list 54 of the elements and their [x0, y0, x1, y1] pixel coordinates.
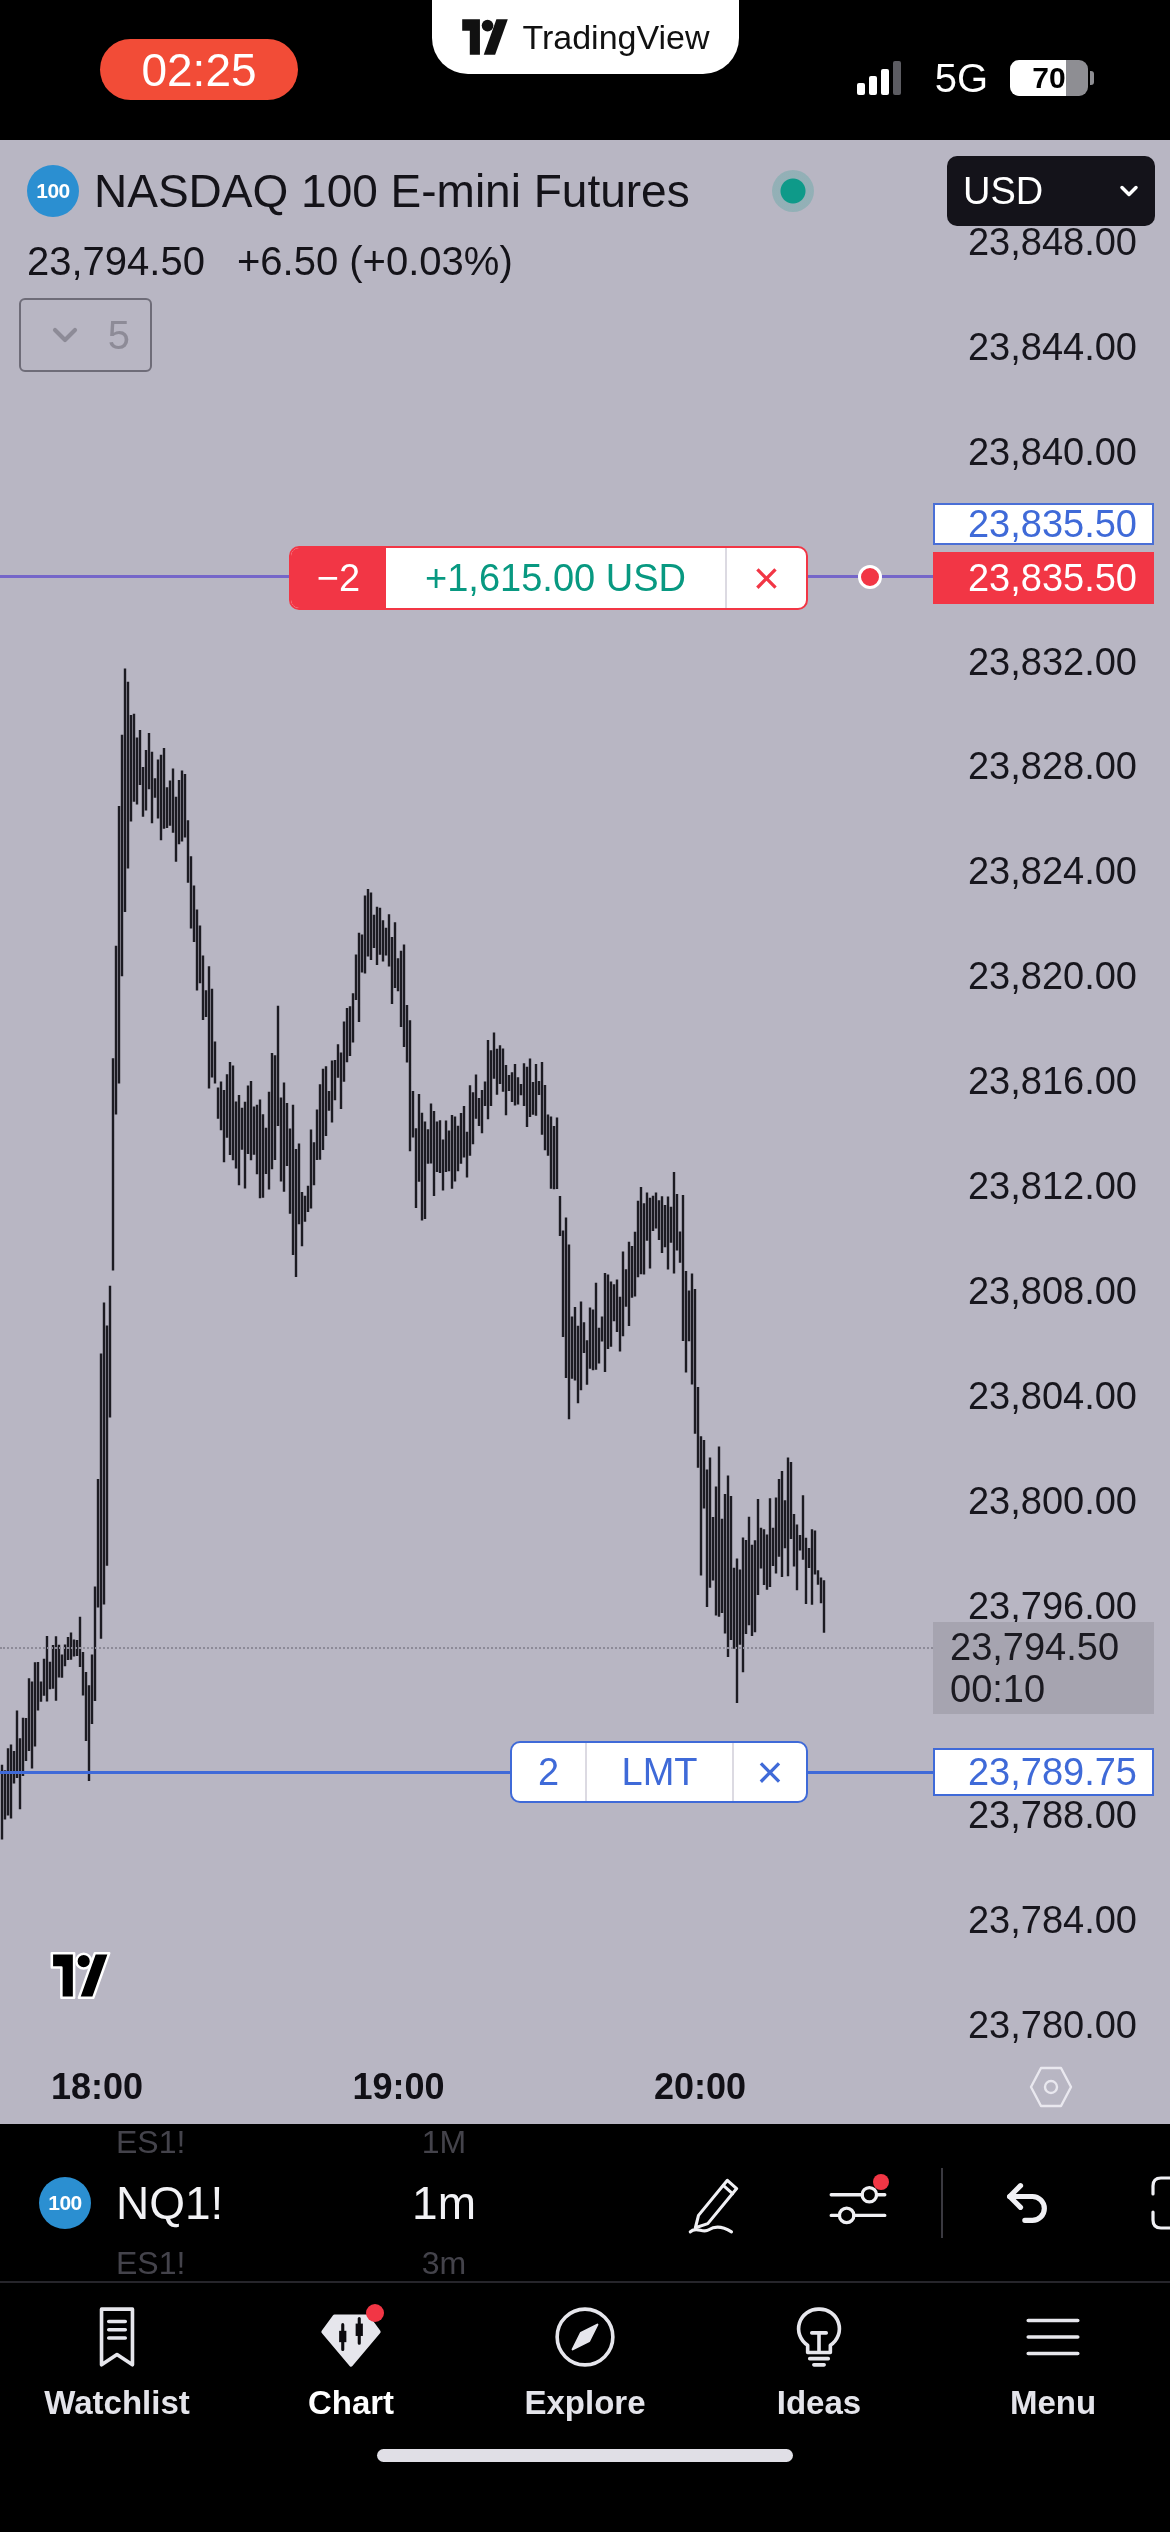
time-axis-label: 18:00 — [49, 2066, 145, 2108]
currency-select[interactable]: USD — [947, 156, 1155, 226]
price-axis-label: 23,812.00 — [967, 1166, 1137, 1206]
price-axis-label: 23,808.00 — [967, 1270, 1137, 1311]
tab[interactable]: Menu — [936, 2283, 1170, 2422]
interval-label[interactable]: 1m — [412, 2175, 476, 2230]
interval-option: 1M — [421, 2124, 467, 2160]
price-axis-label: 23,796.00 — [967, 1585, 1137, 1626]
position-quantity[interactable]: −2 — [291, 548, 386, 608]
symbol-option: ES1! — [116, 2245, 336, 2281]
battery-indicator: 70 — [1010, 60, 1094, 96]
close-button[interactable]: × — [725, 548, 806, 608]
price-axis-label: 23,788.00 — [967, 1795, 1137, 1836]
price-change: +6.50 (+0.03%) — [236, 238, 513, 284]
price-axis-label: 23,840.00 — [967, 431, 1137, 472]
compass-icon — [552, 2304, 618, 2370]
tab[interactable]: Ideas — [702, 2283, 936, 2422]
price-axis-label: 23,844.00 — [967, 326, 1137, 367]
order-type[interactable]: LMT — [585, 1743, 732, 1801]
time-axis-label: 20:00 — [652, 2066, 748, 2108]
logo-icon — [460, 18, 511, 56]
countdown-timer: 00:10 — [950, 1668, 1047, 1710]
symbol-title[interactable]: NASDAQ 100 E-mini Futures — [94, 164, 690, 218]
app-name: TradingView — [522, 17, 710, 57]
time-axis-label: 19:00 — [351, 2066, 446, 2108]
last-price-value: 23,794.50 — [950, 1626, 1121, 1668]
symbol-name[interactable]: NQ1! — [116, 2175, 336, 2230]
price-axis-label: 23,780.00 — [967, 2005, 1137, 2046]
tab[interactable]: Watchlist — [0, 2283, 234, 2422]
symbol-badge: 100 — [39, 2176, 91, 2229]
price-tag: 23,835.50 — [933, 503, 1154, 545]
price-axis-label: 23,820.00 — [967, 956, 1137, 997]
tab[interactable]: Explore — [468, 2283, 702, 2422]
clock-time: 02:25 — [100, 39, 298, 100]
line-handle-icon[interactable] — [858, 565, 882, 589]
order-price-tag: 23,789.75 — [933, 1748, 1154, 1796]
tab[interactable]: Chart — [234, 2283, 468, 2422]
symbol-option: ES1! — [116, 2124, 336, 2160]
order-quantity[interactable]: 2 — [512, 1743, 585, 1801]
profit-amount: +1,615.00 USD — [424, 555, 687, 601]
position-price-tag: 23,835.50 — [933, 552, 1154, 604]
symbol-badge: 100 — [27, 165, 79, 217]
last-price: 23,794.50 — [27, 238, 205, 284]
close-button[interactable]: × — [732, 1743, 806, 1801]
price-axis-label: 23,784.00 — [967, 1900, 1137, 1941]
interval-option: 3m — [421, 2245, 467, 2281]
price-axis-label: 23,804.00 — [967, 1375, 1137, 1416]
price-axis-label: 23,824.00 — [967, 851, 1137, 892]
price-axis-label: 23,828.00 — [967, 746, 1137, 787]
network-type: 5G — [934, 58, 988, 98]
price-axis-label: 23,816.00 — [967, 1061, 1137, 1102]
signal-icon — [856, 61, 901, 95]
price-axis-label: 23,832.00 — [967, 641, 1137, 682]
price-axis-label: 23,800.00 — [967, 1480, 1137, 1521]
